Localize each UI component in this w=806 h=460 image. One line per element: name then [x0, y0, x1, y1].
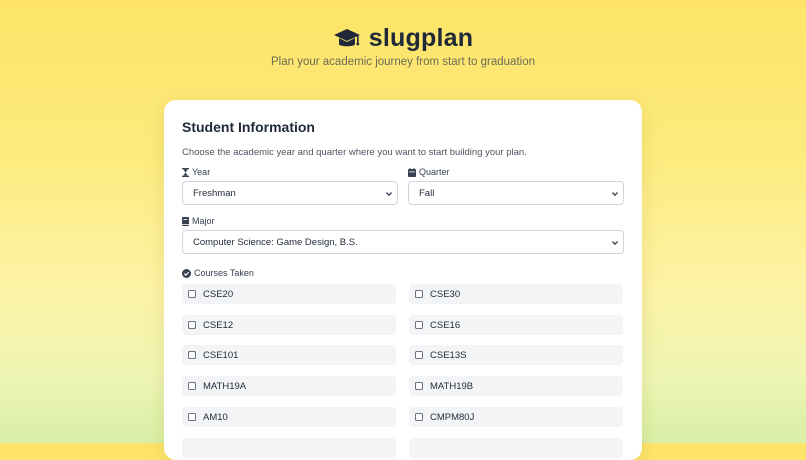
book-icon — [182, 216, 189, 226]
course-item-cse20[interactable]: CSE20 — [182, 284, 396, 304]
year-select[interactable]: Freshman — [182, 181, 398, 205]
course-label: CSE30 — [430, 288, 461, 300]
course-item-math19a[interactable]: MATH19A — [182, 376, 396, 396]
course-checkbox[interactable] — [188, 321, 196, 329]
calendar-icon — [408, 167, 416, 177]
major-select[interactable]: Computer Science: Game Design, B.S. — [182, 230, 624, 254]
check-circle-icon — [182, 268, 191, 278]
course-label: CSE20 — [203, 288, 234, 300]
major-label-text: Major — [192, 216, 215, 226]
card-description: Choose the academic year and quarter whe… — [182, 147, 527, 158]
student-info-card: Student Information Choose the academic … — [164, 100, 642, 460]
tagline: Plan your academic journey from start to… — [271, 56, 535, 68]
year-label: Year — [182, 167, 210, 177]
course-checkbox[interactable] — [188, 290, 196, 298]
course-label: AM10 — [203, 411, 228, 423]
course-label: CSE16 — [430, 319, 461, 331]
course-item-cse101[interactable]: CSE101 — [182, 345, 396, 365]
card-title: Student Information — [182, 119, 315, 135]
app-name: slugplan — [368, 24, 474, 52]
hourglass-icon — [182, 167, 189, 177]
course-checkbox[interactable] — [415, 413, 423, 421]
chevron-down-icon — [385, 190, 393, 201]
year-value: Freshman — [193, 187, 236, 199]
course-label: MATH19A — [203, 380, 247, 392]
course-checkbox[interactable] — [188, 351, 196, 359]
course-item-cse13s[interactable]: CSE13S — [409, 345, 623, 365]
course-item[interactable] — [182, 438, 396, 458]
course-item-cmpm80j[interactable]: CMPM80J — [409, 407, 623, 427]
quarter-select[interactable]: Fall — [408, 181, 624, 205]
graduation-cap-icon — [333, 28, 361, 50]
course-item-cse16[interactable]: CSE16 — [409, 315, 623, 335]
course-label: CSE13S — [430, 349, 467, 361]
chevron-down-icon — [611, 239, 619, 250]
courses-label-text: Courses Taken — [194, 268, 254, 278]
quarter-label: Quarter — [408, 167, 450, 177]
course-label: CSE101 — [203, 349, 239, 361]
course-item-math19b[interactable]: MATH19B — [409, 376, 623, 396]
course-checkbox[interactable] — [415, 321, 423, 329]
course-checkbox[interactable] — [415, 382, 423, 390]
course-label: CSE12 — [203, 319, 234, 331]
major-value: Computer Science: Game Design, B.S. — [193, 236, 358, 248]
quarter-value: Fall — [419, 187, 435, 199]
course-checkbox[interactable] — [415, 290, 423, 298]
chevron-down-icon — [611, 190, 619, 201]
course-item[interactable] — [409, 438, 623, 458]
course-label: MATH19B — [430, 380, 474, 392]
course-item-am10[interactable]: AM10 — [182, 407, 396, 427]
course-checkbox[interactable] — [188, 413, 196, 421]
brand: slugplan — [0, 24, 806, 53]
course-checkbox[interactable] — [415, 351, 423, 359]
course-item-cse30[interactable]: CSE30 — [409, 284, 623, 304]
course-label: CMPM80J — [430, 411, 475, 423]
year-label-text: Year — [192, 167, 211, 177]
major-label: Major — [182, 216, 215, 226]
courses-label: Courses Taken — [182, 268, 254, 278]
course-checkbox[interactable] — [188, 382, 196, 390]
course-item-cse12[interactable]: CSE12 — [182, 315, 396, 335]
quarter-label-text: Quarter — [419, 167, 450, 177]
